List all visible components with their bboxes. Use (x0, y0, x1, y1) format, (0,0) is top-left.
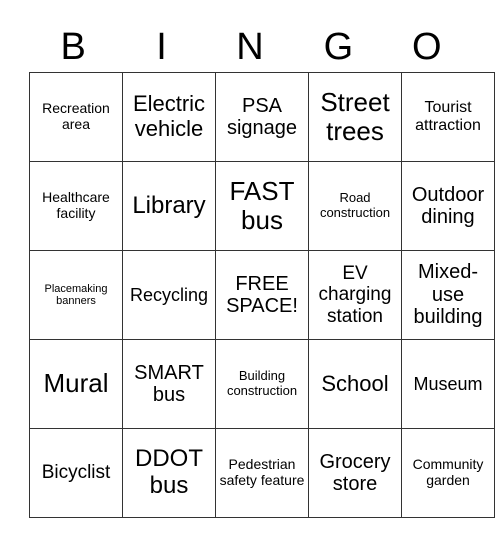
bingo-cell[interactable]: Bicyclist (29, 428, 123, 518)
bingo-cell[interactable]: Grocery store (308, 428, 402, 518)
bingo-cell[interactable]: Outdoor dining (401, 161, 495, 251)
grid-row: Mural SMART bus Building construction Sc… (29, 339, 495, 429)
grid-row: Recreation area Electric vehicle PSA sig… (29, 72, 495, 162)
bingo-cell[interactable]: Mural (29, 339, 123, 429)
grid-row: Bicyclist DDOT bus Pedestrian safety fea… (29, 428, 495, 518)
header-letter-i: I (156, 26, 167, 68)
bingo-cell[interactable]: Electric vehicle (122, 72, 216, 162)
bingo-header: B I N G O (29, 22, 471, 72)
bingo-cell[interactable]: Placemaking banners (29, 250, 123, 340)
bingo-cell[interactable]: FAST bus (215, 161, 309, 251)
bingo-cell[interactable]: PSA signage (215, 72, 309, 162)
free-space-cell[interactable]: FREE SPACE! (215, 250, 309, 340)
bingo-cell[interactable]: Road construction (308, 161, 402, 251)
bingo-cell[interactable]: Mixed-use building (401, 250, 495, 340)
bingo-cell[interactable]: Recreation area (29, 72, 123, 162)
bingo-cell[interactable]: Pedestrian safety feature (215, 428, 309, 518)
bingo-cell[interactable]: Street trees (308, 72, 402, 162)
bingo-cell[interactable]: Building construction (215, 339, 309, 429)
bingo-cell[interactable]: EV charging station (308, 250, 402, 340)
bingo-grid: Recreation area Electric vehicle PSA sig… (29, 72, 495, 518)
bingo-cell[interactable]: SMART bus (122, 339, 216, 429)
header-letter-b: B (60, 26, 86, 68)
header-letter-o: O (411, 26, 442, 68)
bingo-cell[interactable]: Tourist attraction (401, 72, 495, 162)
header-letter-g: G (323, 26, 354, 68)
grid-row: Placemaking banners Recycling FREE SPACE… (29, 250, 495, 340)
bingo-cell[interactable]: School (308, 339, 402, 429)
bingo-cell[interactable]: Library (122, 161, 216, 251)
bingo-cell[interactable]: Healthcare facility (29, 161, 123, 251)
bingo-cell[interactable]: Recycling (122, 250, 216, 340)
bingo-cell[interactable]: DDOT bus (122, 428, 216, 518)
header-letter-n: N (236, 26, 264, 68)
grid-row: Healthcare facility Library FAST bus Roa… (29, 161, 495, 251)
bingo-cell[interactable]: Community garden (401, 428, 495, 518)
bingo-cell[interactable]: Museum (401, 339, 495, 429)
